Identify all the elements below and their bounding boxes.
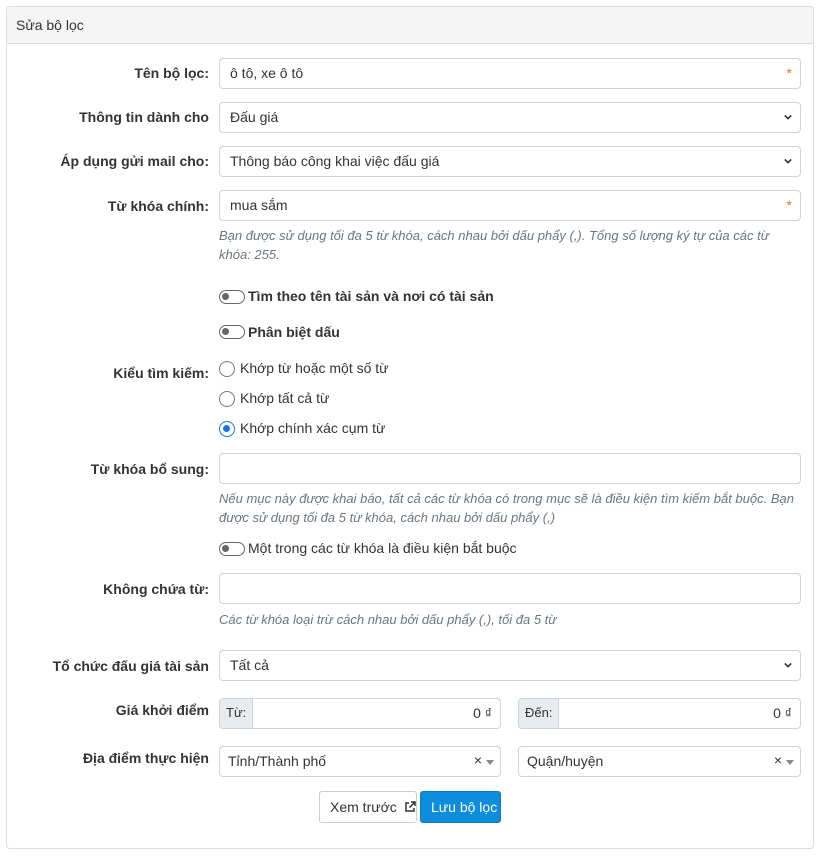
- info-for-value: Đấu giá: [230, 109, 279, 125]
- price-to-addon: Đến:: [519, 699, 560, 728]
- radio-match-all-label: Khớp tất cả từ: [240, 390, 330, 406]
- price-to-input[interactable]: 0 ₫: [559, 699, 800, 728]
- organizer-label: Tổ chức đấu giá tài sản: [52, 658, 209, 674]
- panel-title: Sửa bộ lọc: [7, 7, 813, 44]
- required-asterisk: *: [786, 65, 792, 81]
- chevron-down-icon: [784, 662, 792, 668]
- price-from-input[interactable]: 0 ₫: [253, 699, 500, 728]
- organizer-value: Tất cả: [230, 657, 269, 673]
- radio-match-some-label: Khớp từ hoặc một số từ: [240, 360, 389, 376]
- organizer-select[interactable]: Tất cả: [219, 650, 801, 681]
- radio-match-all[interactable]: [219, 391, 235, 407]
- mail-apply-value: Thông báo công khai việc đấu giá: [230, 153, 440, 169]
- search-type-label: Kiểu tìm kiếm:: [113, 365, 209, 381]
- price-to-group[interactable]: Đến: 0 ₫: [518, 698, 801, 729]
- extra-required-toggle[interactable]: [219, 542, 245, 556]
- radio-match-exact[interactable]: [219, 421, 235, 437]
- caret-down-icon: [486, 760, 494, 765]
- info-for-select[interactable]: Đấu giá: [219, 102, 801, 133]
- district-value: Quận/huyện: [527, 753, 604, 769]
- extra-keyword-help: Nếu mục này được khai báo, tất cả các từ…: [219, 491, 794, 525]
- main-keyword-help: Bạn được sử dụng tối đa 5 từ khóa, cách …: [219, 228, 769, 262]
- radio-match-some[interactable]: [219, 361, 235, 377]
- main-keyword-value: mua sắm: [230, 197, 288, 213]
- caret-down-icon: [786, 760, 794, 765]
- required-asterisk: *: [786, 197, 792, 213]
- mail-apply-select[interactable]: Thông báo công khai việc đấu giá: [219, 146, 801, 177]
- mail-apply-label: Áp dụng gửi mail cho:: [60, 153, 209, 169]
- exclude-input[interactable]: [219, 573, 801, 604]
- exclude-help: Các từ khóa loại trừ cách nhau bởi dấu p…: [219, 612, 557, 627]
- extra-keyword-label: Từ khóa bổ sung:: [90, 461, 209, 477]
- filter-name-input[interactable]: ô tô, xe ô tô *: [219, 58, 801, 89]
- clear-icon[interactable]: ×: [474, 752, 482, 768]
- chevron-down-icon: [784, 158, 792, 164]
- chevron-down-icon: [784, 114, 792, 120]
- preview-button-label: Xem trước: [330, 799, 397, 815]
- name-place-toggle[interactable]: [219, 290, 245, 304]
- filter-name-value: ô tô, xe ô tô: [230, 65, 304, 81]
- accent-toggle-label: Phân biệt dấu: [248, 324, 340, 340]
- filter-name-label: Tên bộ lọc:: [134, 65, 209, 81]
- accent-toggle[interactable]: [219, 325, 245, 339]
- start-price-label: Giá khởi điểm: [115, 702, 209, 718]
- province-select[interactable]: Tỉnh/Thành phố ×: [219, 746, 501, 777]
- main-keyword-input[interactable]: mua sắm *: [219, 190, 801, 221]
- info-for-label: Thông tin dành cho: [79, 109, 209, 125]
- clear-icon[interactable]: ×: [774, 752, 782, 768]
- external-link-icon: [404, 801, 416, 812]
- price-from-group[interactable]: Từ: 0 ₫: [219, 698, 501, 729]
- preview-button[interactable]: Xem trước: [319, 791, 417, 823]
- save-filter-button[interactable]: Lưu bộ lọc: [420, 791, 501, 823]
- location-label: Địa điểm thực hiện: [82, 750, 209, 766]
- extra-keyword-input[interactable]: [219, 453, 801, 484]
- exclude-label: Không chứa từ:: [103, 581, 209, 597]
- price-from-addon: Từ:: [220, 699, 254, 728]
- main-keyword-label: Từ khóa chính:: [107, 198, 209, 214]
- name-place-toggle-label: Tìm theo tên tài sản và nơi có tài sản: [248, 288, 494, 304]
- district-select[interactable]: Quận/huyện ×: [518, 746, 801, 777]
- radio-match-exact-label: Khớp chính xác cụm từ: [240, 420, 386, 436]
- province-value: Tỉnh/Thành phố: [228, 753, 327, 769]
- extra-required-toggle-label: Một trong các từ khóa là điều kiện bắt b…: [248, 540, 517, 556]
